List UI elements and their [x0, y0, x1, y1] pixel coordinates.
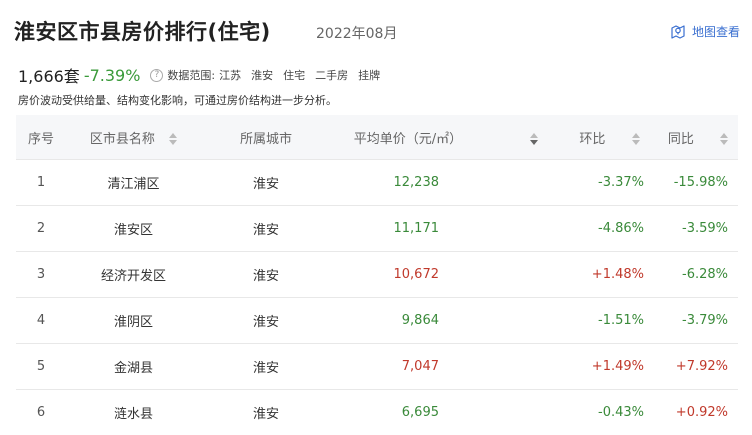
- mom-change: -4.86%: [561, 206, 658, 252]
- district-name[interactable]: 金湖县: [66, 344, 201, 390]
- district-name[interactable]: 淮安区: [66, 206, 201, 252]
- yoy-change: +7.92%: [658, 344, 738, 390]
- yoy-change: -3.79%: [658, 298, 738, 344]
- yoy-change: +0.92%: [658, 390, 738, 435]
- sort-icon[interactable]: [530, 133, 538, 145]
- average-price: 7,047: [331, 344, 561, 390]
- table-row: 6 涟水县 淮安 6,695 -0.43% +0.92%: [16, 390, 738, 435]
- column-header-mom[interactable]: 环比: [561, 115, 658, 160]
- average-price: 11,171: [331, 206, 561, 252]
- column-header-city: 所属城市: [201, 115, 331, 160]
- city-name: 淮安: [201, 160, 331, 206]
- city-name: 淮安: [201, 390, 331, 435]
- city-name: 淮安: [201, 252, 331, 298]
- map-view-label[interactable]: 地图查看: [692, 23, 740, 40]
- row-index: 6: [16, 390, 66, 435]
- mom-change: -0.43%: [561, 390, 658, 435]
- page-header: 淮安区市县房价排行(住宅) 2022年08月 地图查看: [14, 14, 740, 50]
- row-index: 5: [16, 344, 66, 390]
- map-view-link[interactable]: 地图查看: [670, 23, 740, 40]
- summary-bar: 1,666套 -7.39% ? 数据范围: 江苏 淮安 住宅 二手房 挂牌: [18, 63, 380, 87]
- sort-icon[interactable]: [169, 133, 177, 145]
- district-name[interactable]: 经济开发区: [66, 252, 201, 298]
- column-header-district[interactable]: 区市县名称: [66, 115, 201, 160]
- overall-change: -7.39%: [84, 66, 141, 85]
- table-row: 2 淮安区 淮安 11,171 -4.86% -3.59%: [16, 206, 738, 252]
- city-name: 淮安: [201, 206, 331, 252]
- mom-change: -3.37%: [561, 160, 658, 206]
- district-name[interactable]: 涟水县: [66, 390, 201, 435]
- map-pin-icon: [670, 24, 686, 40]
- yoy-change: -6.28%: [658, 252, 738, 298]
- city-name: 淮安: [201, 298, 331, 344]
- analysis-note: 房价波动受供给量、结构变化影响，可通过房价结构进一步分析。: [18, 92, 337, 108]
- help-icon[interactable]: ?: [150, 69, 163, 82]
- column-header-price[interactable]: 平均单价（元/㎡）: [331, 115, 561, 160]
- scope-tag-listing: 挂牌: [358, 67, 380, 83]
- district-name[interactable]: 清江浦区: [66, 160, 201, 206]
- district-name[interactable]: 淮阴区: [66, 298, 201, 344]
- row-index: 1: [16, 160, 66, 206]
- page-title: 淮安区市县房价排行(住宅): [14, 16, 271, 46]
- scope-tag-province: 江苏: [219, 67, 241, 83]
- sort-icon[interactable]: [632, 133, 640, 145]
- table-row: 3 经济开发区 淮安 10,672 +1.48% -6.28%: [16, 252, 738, 298]
- city-name: 淮安: [201, 344, 331, 390]
- report-date: 2022年08月: [316, 23, 397, 43]
- scope-label: 数据范围:: [167, 67, 215, 83]
- table-row: 1 清江浦区 淮安 12,238 -3.37% -15.98%: [16, 160, 738, 206]
- column-header-index: 序号: [16, 115, 66, 160]
- table-header-row: 序号 区市县名称 所属城市 平均单价（元/㎡） 环比 同比: [16, 115, 738, 160]
- ranking-table: 序号 区市县名称 所属城市 平均单价（元/㎡） 环比 同比 1 清江浦区: [16, 115, 738, 435]
- listing-count: 1,666套: [18, 63, 80, 87]
- mom-change: +1.49%: [561, 344, 658, 390]
- table-row: 4 淮阴区 淮安 9,864 -1.51% -3.79%: [16, 298, 738, 344]
- row-index: 4: [16, 298, 66, 344]
- table-row: 5 金湖县 淮安 7,047 +1.49% +7.92%: [16, 344, 738, 390]
- yoy-change: -3.59%: [658, 206, 738, 252]
- average-price: 12,238: [331, 160, 561, 206]
- yoy-change: -15.98%: [658, 160, 738, 206]
- mom-change: -1.51%: [561, 298, 658, 344]
- sort-icon[interactable]: [720, 133, 728, 145]
- average-price: 6,695: [331, 390, 561, 435]
- scope-tag-market: 二手房: [315, 67, 348, 83]
- average-price: 9,864: [331, 298, 561, 344]
- row-index: 3: [16, 252, 66, 298]
- average-price: 10,672: [331, 252, 561, 298]
- column-header-yoy[interactable]: 同比: [658, 115, 738, 160]
- scope-tag-city: 淮安: [251, 67, 273, 83]
- mom-change: +1.48%: [561, 252, 658, 298]
- row-index: 2: [16, 206, 66, 252]
- scope-tag-property-type: 住宅: [283, 67, 305, 83]
